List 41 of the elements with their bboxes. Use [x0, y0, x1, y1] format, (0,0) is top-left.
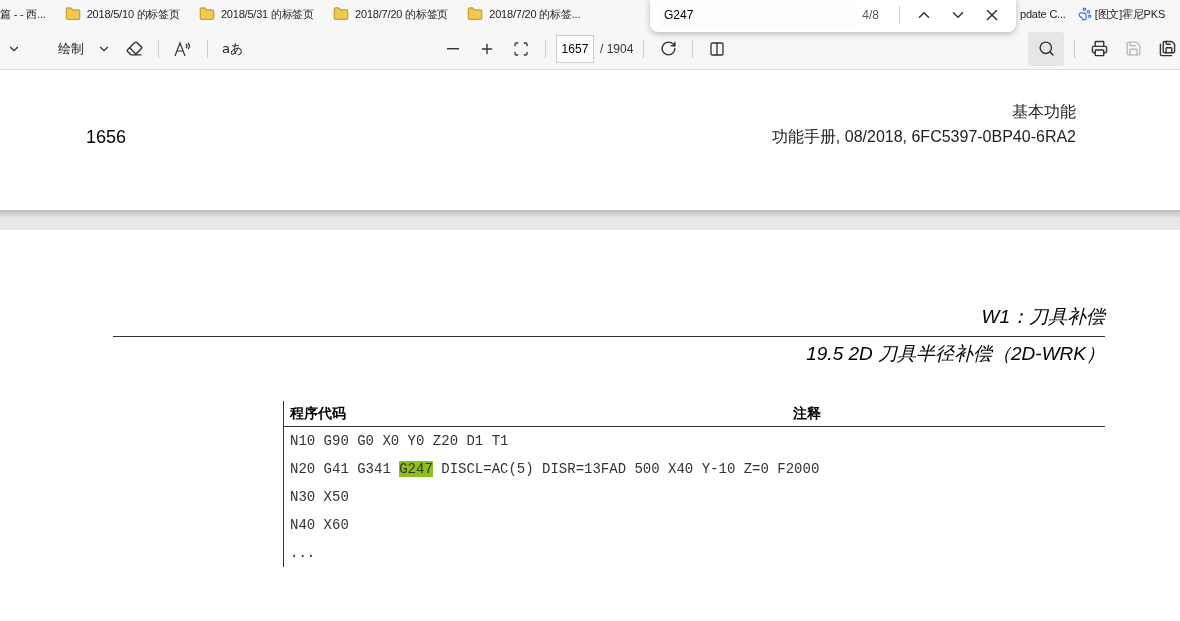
minus-icon	[446, 47, 459, 50]
folder-icon	[198, 6, 215, 22]
page-header: 基本功能	[1012, 102, 1076, 122]
folder-icon	[333, 6, 350, 22]
page-header: 功能手册, 08/2018, 6FC5397-0BP40-6RA2	[771, 127, 1076, 147]
paw-icon	[1077, 7, 1092, 21]
two-page-icon	[709, 40, 726, 57]
bookmark-item[interactable]: 2018/5/31 的标签页	[220, 6, 315, 22]
bookmark-item[interactable]: 2018/7/20 的标签页	[355, 6, 449, 22]
printer-icon	[1090, 40, 1108, 57]
column-header: 注释	[787, 401, 1105, 427]
code-line: ...	[289, 544, 317, 563]
chapter-heading: W1：刀具补偿	[113, 304, 1105, 337]
text-options-button[interactable]: aあ	[218, 39, 247, 58]
folder-icon	[64, 6, 81, 22]
column-header: 程序代码	[284, 401, 787, 427]
find-dialog[interactable]: G247 4/8	[650, 0, 1016, 32]
code-line: N20 G41 G341 G247 DISCL=AC(5) DISR=13FAD 500 X40 Y-10 Z=0 F2000	[289, 460, 821, 479]
code-line: N10 G90 G0 X0 Y0 Z20 D1 T1	[289, 432, 510, 451]
folder-icon	[467, 6, 484, 22]
search-button[interactable]	[1028, 31, 1065, 66]
save-icon	[1124, 40, 1142, 57]
rotate-icon	[659, 40, 677, 57]
eraser-icon	[125, 40, 143, 57]
bookmark-item[interactable]: 篇 - - 西...	[0, 6, 46, 22]
bookmark-item[interactable]: 2018/5/10 的标签页	[86, 6, 180, 22]
bookmark-item[interactable]: pdate C...	[1020, 8, 1066, 20]
page-total: / 1904	[599, 41, 634, 56]
bookmark-item[interactable]: 2018/7/20 的标签...	[489, 6, 581, 22]
fit-page-icon	[512, 40, 529, 57]
draw-button[interactable]: 绘制	[54, 39, 88, 58]
page-number-field[interactable]: 1657	[555, 34, 594, 63]
code-line: N30 X50	[289, 488, 350, 507]
bookmark-item[interactable]: [图文]霍尼PKS	[1094, 6, 1166, 22]
code-line: N40 X60	[289, 516, 350, 535]
search-icon	[1037, 40, 1055, 57]
page-number: 1656	[86, 127, 127, 148]
save-as-icon	[1158, 40, 1176, 57]
section-heading: 19.5 2D 刀具半径补偿（2D-WRK）	[805, 342, 1105, 366]
read-aloud-icon	[174, 40, 192, 57]
match-count: 4/8	[862, 8, 879, 22]
